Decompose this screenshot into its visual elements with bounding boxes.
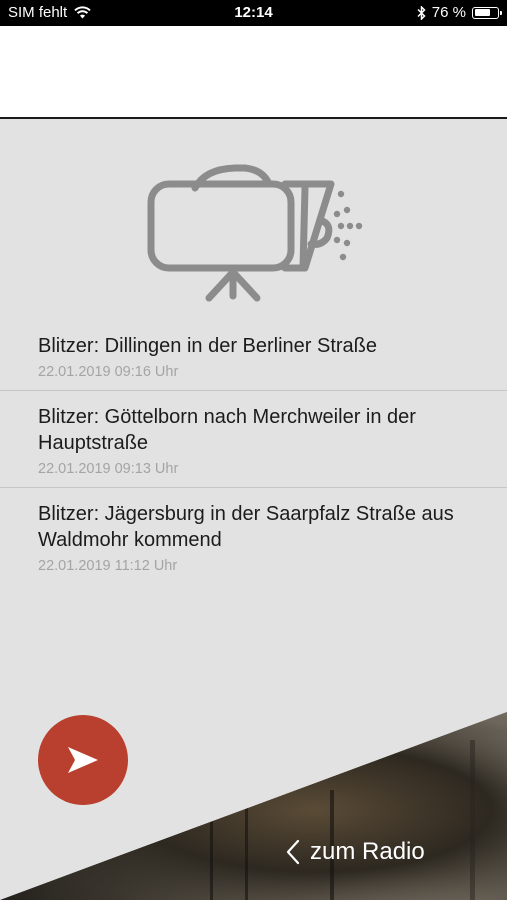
chevron-left-icon [286,839,300,865]
status-right: 76 % [417,4,502,21]
news-date: 22.01.2019 09:13 Uhr [38,461,179,477]
back-to-radio-link[interactable]: zum Radio [286,838,425,866]
app-screen: SIM fehlt 12:14 76 % Blitzer: Dillingen … [0,0,507,900]
news-item[interactable]: Blitzer: Dillingen in der Berliner Straß… [0,320,507,391]
play-button[interactable] [38,715,128,805]
news-item[interactable]: Blitzer: Jägersburg in der Saarpfalz Str… [0,488,507,584]
news-list: Blitzer: Dillingen in der Berliner Straß… [0,320,507,584]
status-bar: SIM fehlt 12:14 76 % [0,0,507,26]
header [0,26,507,119]
news-title: Blitzer: Dillingen in der Berliner Straß… [38,335,378,357]
battery-icon [472,6,502,19]
back-to-radio-label: zum Radio [310,838,425,865]
bluetooth-icon [417,5,426,20]
battery-percent: 76 % [431,4,466,21]
news-title: Blitzer: Jägersburg in der Saarpfalz Str… [38,503,454,551]
news-date: 22.01.2019 09:16 Uhr [38,364,179,380]
play-icon [68,747,98,773]
news-title: Blitzer: Göttelborn nach Merchweiler in … [38,406,416,454]
news-date: 22.01.2019 11:12 Uhr [38,558,178,574]
news-item[interactable]: Blitzer: Göttelborn nach Merchweiler in … [0,391,507,488]
speed-camera-icon [147,164,363,302]
battery-level [474,9,491,16]
